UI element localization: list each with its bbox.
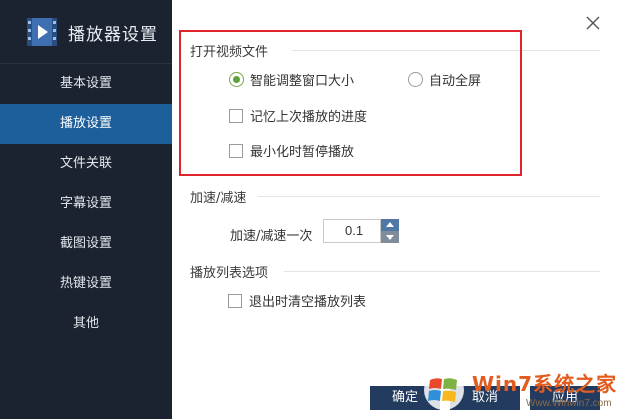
close-icon[interactable] <box>584 14 602 32</box>
highlight-box <box>179 30 522 176</box>
sidebar-title: 播放器设置 <box>68 25 158 45</box>
player-settings-window: 播放器设置 基本设置 播放设置 文件关联 字幕设置 截图设置 热键设置 其他 打… <box>0 0 618 419</box>
sidebar-item-screenshot[interactable]: 截图设置 <box>0 224 172 264</box>
windows-logo-icon <box>424 370 464 410</box>
sidebar-item-hotkey[interactable]: 热键设置 <box>0 264 172 304</box>
checkbox-clear-playlist-label: 退出时清空播放列表 <box>249 295 367 310</box>
sidebar-header: 播放器设置 <box>0 0 172 64</box>
sidebar-item-playback[interactable]: 播放设置 <box>0 104 172 144</box>
section-title-speed: 加速/减速 <box>190 191 247 206</box>
watermark: Win7系统之家 Www.Winwin7.com <box>416 364 618 419</box>
section-title-playlist: 播放列表选项 <box>190 266 269 281</box>
app-logo-icon <box>27 18 57 46</box>
sidebar-item-other[interactable]: 其他 <box>0 304 172 344</box>
checkbox-box <box>228 293 242 308</box>
sidebar-item-basic[interactable]: 基本设置 <box>0 64 172 104</box>
checkbox-clear-playlist-on-exit[interactable]: 退出时清空播放列表 <box>228 291 366 310</box>
watermark-url: Www.Winwin7.com <box>526 398 612 409</box>
speed-step-input[interactable]: 0.1 <box>323 219 381 243</box>
sidebar-item-file-assoc[interactable]: 文件关联 <box>0 144 172 184</box>
speed-step-label: 加速/减速一次 <box>230 229 313 244</box>
sidebar-item-subtitle[interactable]: 字幕设置 <box>0 184 172 224</box>
spin-down-icon[interactable] <box>381 231 399 243</box>
section-divider <box>258 196 600 197</box>
section-divider <box>284 271 600 272</box>
spin-up-icon[interactable] <box>381 219 399 231</box>
sidebar: 播放器设置 基本设置 播放设置 文件关联 字幕设置 截图设置 热键设置 其他 <box>0 0 172 419</box>
watermark-brand: Win7系统之家 <box>472 372 618 396</box>
